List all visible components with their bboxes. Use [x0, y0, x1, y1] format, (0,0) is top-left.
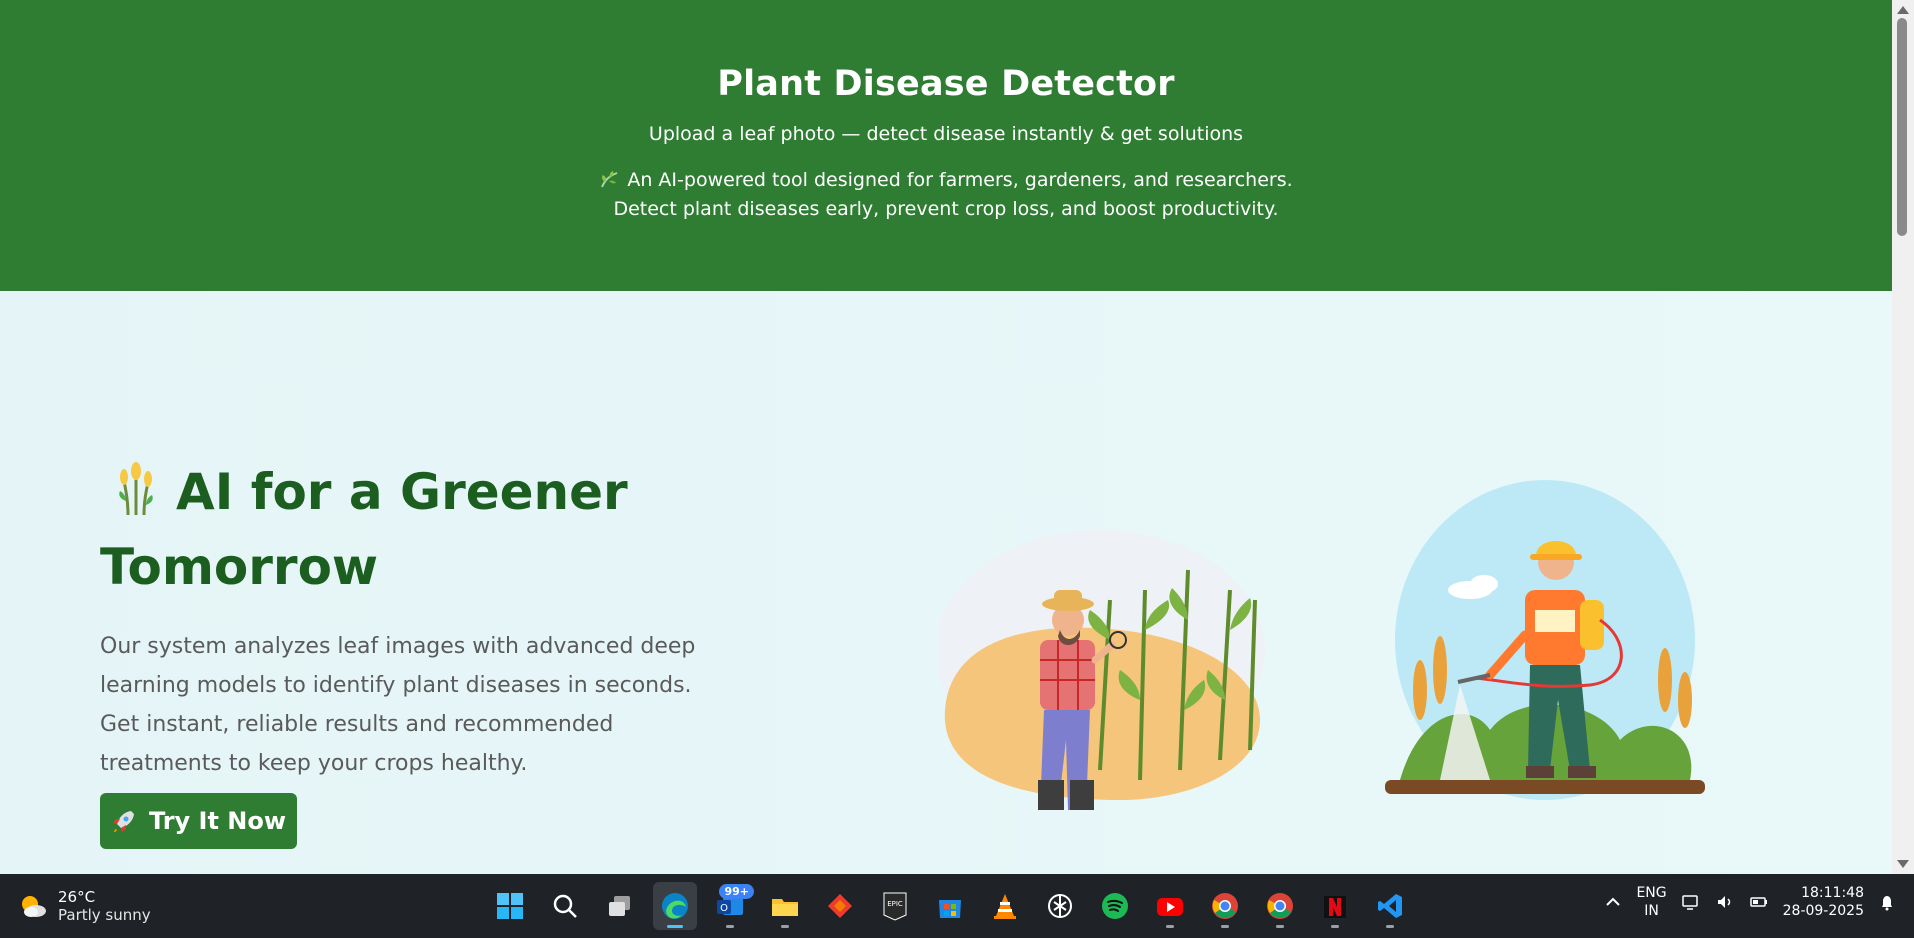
system-tray: ENG IN 18:11:48 28-09-2025 — [1604, 884, 1896, 920]
chatgpt-icon — [1048, 894, 1072, 918]
taskbar-apps: O 99+ EPIC — [488, 882, 1412, 930]
outlook-app[interactable]: O 99+ — [708, 882, 754, 930]
spotify-icon — [1102, 893, 1128, 919]
page-subtitle: Upload a leaf photo — detect disease ins… — [648, 123, 1244, 145]
sheaf-of-rice-icon — [119, 462, 153, 516]
running-indicator — [1386, 925, 1394, 928]
netflix-icon — [1324, 896, 1346, 918]
chrome-app[interactable] — [1203, 882, 1247, 930]
hero-description: An AI-powered tool designed for farmers,… — [0, 166, 1892, 224]
farmer-inspecting-crops-illustration — [940, 530, 1265, 810]
volume-icon[interactable] — [1715, 892, 1735, 912]
network-icon[interactable] — [1681, 892, 1701, 912]
windows-logo-icon — [497, 893, 523, 919]
headline-line-2: Tomorrow — [100, 538, 379, 596]
clock-date: 28-09-2025 — [1782, 903, 1864, 919]
anydesk-icon — [828, 894, 852, 918]
vscode-icon — [1378, 894, 1402, 918]
herb-icon — [601, 171, 618, 188]
task-view-button[interactable] — [598, 882, 642, 930]
language-indicator[interactable]: ENG IN — [1636, 884, 1666, 920]
netflix-app[interactable] — [1313, 882, 1357, 930]
scrollbar-thumb[interactable] — [1897, 18, 1907, 236]
youtube-app[interactable] — [1148, 882, 1192, 930]
chrome-icon — [1267, 893, 1293, 919]
running-indicator — [1166, 925, 1174, 928]
partly-sunny-icon — [22, 896, 46, 917]
taskbar-clock[interactable]: 18:11:48 28-09-2025 — [1783, 884, 1864, 920]
running-indicator — [1331, 925, 1339, 928]
description-line-1: An AI-powered tool designed for farmers,… — [627, 169, 1293, 191]
section-body: Our system analyzes leaf images with adv… — [100, 634, 696, 776]
scroll-up-arrow-icon[interactable] — [1897, 6, 1909, 14]
intro-section: AI for a Greener Tomorrow Our system ana… — [100, 455, 740, 805]
clock-time: 18:11:48 — [1801, 885, 1864, 901]
epic-games-icon: EPIC — [883, 892, 907, 921]
weather-condition: Partly sunny — [58, 906, 151, 924]
farmer-spraying-crops-illustration — [1385, 480, 1705, 800]
scroll-down-arrow-icon[interactable] — [1897, 860, 1909, 868]
chrome-icon — [1212, 893, 1238, 919]
youtube-icon — [1157, 898, 1183, 916]
vlc-app[interactable] — [983, 882, 1027, 930]
spotify-app[interactable] — [1093, 882, 1137, 930]
headline-line-1: AI for a Greener — [176, 463, 628, 521]
page-title: Plant Disease Detector — [717, 64, 1175, 104]
try-it-now-button[interactable]: Try It Now — [100, 793, 297, 849]
search-icon — [553, 894, 577, 918]
running-indicator — [781, 925, 789, 928]
weather-temperature: 26°C — [58, 888, 96, 906]
notifications-icon[interactable] — [1878, 893, 1896, 911]
folder-icon — [772, 899, 798, 916]
description-line-2: Detect plant diseases early, prevent cro… — [613, 198, 1279, 220]
chevron-up-icon[interactable] — [1604, 893, 1622, 911]
chatgpt-app[interactable] — [1038, 882, 1082, 930]
epic-games-app[interactable]: EPIC — [873, 882, 917, 930]
web-page: Plant Disease Detector Upload a leaf pho… — [0, 0, 1892, 874]
store-icon — [939, 900, 961, 918]
vlc-cone-icon — [994, 894, 1016, 919]
running-indicator — [726, 925, 734, 928]
running-indicator — [1276, 925, 1284, 928]
region-code: IN — [1644, 903, 1659, 919]
vscode-app[interactable] — [1368, 882, 1412, 930]
active-indicator — [667, 925, 683, 928]
edge-app[interactable] — [653, 882, 697, 930]
language-code: ENG — [1636, 885, 1667, 901]
weather-widget[interactable]: 26°C Partly sunny — [18, 888, 151, 924]
svg-text:EPIC: EPIC — [887, 900, 903, 908]
windows-taskbar: 26°C Partly sunny O 99+ EPIC ENG IN 18:1… — [0, 874, 1914, 938]
task-view-icon — [609, 896, 630, 916]
svg-text:O: O — [720, 903, 728, 914]
windows-start-button[interactable] — [488, 882, 532, 930]
hero-banner: Plant Disease Detector Upload a leaf pho… — [0, 0, 1892, 291]
cta-label: Try It Now — [148, 807, 287, 835]
anydesk-app[interactable] — [818, 882, 862, 930]
page-scrollbar[interactable] — [1892, 0, 1914, 874]
battery-icon[interactable] — [1749, 892, 1769, 912]
edge-icon — [662, 893, 688, 919]
notification-badge: 99+ — [719, 884, 754, 899]
rocket-icon — [112, 811, 134, 832]
taskbar-search-button[interactable] — [543, 882, 587, 930]
microsoft-store-app[interactable] — [928, 882, 972, 930]
section-headline: AI for a Greener Tomorrow — [100, 455, 740, 605]
file-explorer-app[interactable] — [763, 882, 807, 930]
chrome-profile-app[interactable] — [1258, 882, 1302, 930]
running-indicator — [1221, 925, 1229, 928]
